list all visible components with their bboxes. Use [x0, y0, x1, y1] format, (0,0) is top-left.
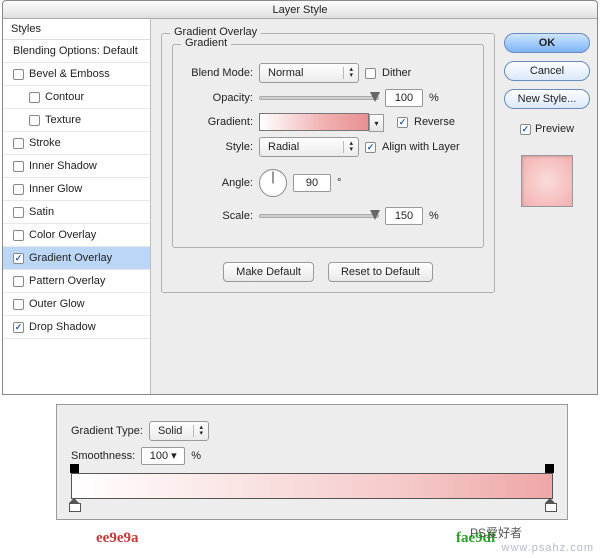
sidebar-item-label: Inner Glow [29, 183, 82, 195]
gradient-editor-panel: Gradient Type: Solid▴▾ Smoothness: 100 ▾… [56, 404, 568, 520]
opacity-value[interactable]: 100 [385, 89, 423, 107]
style-checkbox[interactable] [13, 138, 24, 149]
sidebar-item[interactable]: Outer Glow [3, 293, 150, 316]
styles-sidebar: Styles Blending Options: Default Bevel &… [3, 19, 151, 394]
align-label: Align with Layer [382, 141, 460, 153]
sidebar-blending-options[interactable]: Blending Options: Default [3, 40, 150, 63]
dialog-title: Layer Style [3, 1, 597, 19]
sidebar-item-label: Bevel & Emboss [29, 68, 110, 80]
sidebar-header[interactable]: Styles [3, 19, 150, 40]
smoothness-unit: % [191, 450, 201, 462]
sidebar-item-label: Color Overlay [29, 229, 96, 241]
chevron-updown-icon: ▴▾ [349, 141, 353, 153]
sidebar-item-label: Pattern Overlay [29, 275, 105, 287]
gradient-type-label: Gradient Type: [71, 425, 143, 437]
style-checkbox[interactable] [13, 322, 24, 333]
make-default-button[interactable]: Make Default [223, 262, 314, 282]
sidebar-item[interactable]: Satin [3, 201, 150, 224]
inner-legend: Gradient [181, 37, 231, 49]
style-checkbox[interactable] [13, 253, 24, 264]
sidebar-item[interactable]: Stroke [3, 132, 150, 155]
sidebar-item-label: Inner Shadow [29, 160, 97, 172]
style-checkbox[interactable] [13, 161, 24, 172]
sidebar-item[interactable]: Inner Glow [3, 178, 150, 201]
slider-thumb-icon[interactable] [370, 210, 380, 220]
right-column: OK Cancel New Style... Preview [505, 19, 597, 394]
opacity-stop-right[interactable] [545, 464, 554, 473]
align-checkbox[interactable] [365, 142, 376, 153]
gradient-overlay-group: Gradient Overlay Gradient Blend Mode: No… [161, 33, 495, 293]
sidebar-item[interactable]: Gradient Overlay [3, 247, 150, 270]
sidebar-item-label: Drop Shadow [29, 321, 96, 333]
scale-unit: % [429, 210, 439, 222]
style-checkbox[interactable] [29, 92, 40, 103]
reset-default-button[interactable]: Reset to Default [328, 262, 433, 282]
gradient-type-select[interactable]: Solid▴▾ [149, 421, 209, 441]
blend-mode-select[interactable]: Normal▴▾ [259, 63, 359, 83]
sidebar-item[interactable]: Pattern Overlay [3, 270, 150, 293]
new-style-button[interactable]: New Style... [504, 89, 590, 109]
sidebar-item[interactable]: Drop Shadow [3, 316, 150, 339]
opacity-slider[interactable] [259, 96, 379, 100]
scale-value[interactable]: 150 [385, 207, 423, 225]
opacity-stop-left[interactable] [70, 464, 79, 473]
reverse-label: Reverse [414, 116, 455, 128]
sidebar-item[interactable]: Contour [3, 86, 150, 109]
sidebar-item[interactable]: Bevel & Emboss [3, 63, 150, 86]
angle-dial[interactable] [259, 169, 287, 197]
style-checkbox[interactable] [13, 299, 24, 310]
style-checkbox[interactable] [13, 230, 24, 241]
style-checkbox[interactable] [13, 207, 24, 218]
style-select[interactable]: Radial▴▾ [259, 137, 359, 157]
sidebar-item-label: Texture [45, 114, 81, 126]
angle-label: Angle: [183, 177, 253, 189]
smoothness-label: Smoothness: [71, 450, 135, 462]
gradient-label: Gradient: [183, 116, 253, 128]
gradient-bar[interactable] [71, 473, 553, 499]
angle-value[interactable]: 90 [293, 174, 331, 192]
watermark-credit: PS爱好者 [470, 524, 522, 541]
blend-mode-label: Blend Mode: [183, 67, 253, 79]
sidebar-item-label: Stroke [29, 137, 61, 149]
preview-checkbox[interactable] [520, 124, 531, 135]
sidebar-item-label: Outer Glow [29, 298, 85, 310]
angle-unit: ° [337, 177, 341, 189]
sidebar-item[interactable]: Texture [3, 109, 150, 132]
style-checkbox[interactable] [13, 184, 24, 195]
dither-label: Dither [382, 67, 411, 79]
style-checkbox[interactable] [13, 276, 24, 287]
opacity-unit: % [429, 92, 439, 104]
opacity-label: Opacity: [183, 92, 253, 104]
sidebar-item[interactable]: Color Overlay [3, 224, 150, 247]
watermark-site: www.psahz.com [502, 542, 594, 554]
color-stop-right[interactable] [545, 498, 555, 510]
sidebar-item-label: Satin [29, 206, 54, 218]
gradient-inner-group: Gradient Blend Mode: Normal▴▾ Dither Opa… [172, 44, 484, 248]
scale-label: Scale: [183, 210, 253, 222]
preview-swatch [521, 155, 573, 207]
style-label: Style: [183, 141, 253, 153]
preview-label: Preview [535, 123, 574, 135]
reverse-checkbox[interactable] [397, 117, 408, 128]
slider-thumb-icon[interactable] [370, 92, 380, 102]
chevron-down-icon[interactable]: ▾ [369, 114, 384, 132]
layer-style-dialog: Layer Style Styles Blending Options: Def… [2, 0, 598, 395]
color-stop-left[interactable] [69, 498, 79, 510]
dither-checkbox[interactable] [365, 68, 376, 79]
sidebar-item[interactable]: Inner Shadow [3, 155, 150, 178]
main-panel: Gradient Overlay Gradient Blend Mode: No… [151, 19, 505, 394]
smoothness-value[interactable]: 100 ▾ [141, 447, 185, 465]
sidebar-item-label: Contour [45, 91, 84, 103]
chevron-updown-icon: ▴▾ [199, 425, 203, 437]
style-checkbox[interactable] [29, 115, 40, 126]
scale-slider[interactable] [259, 214, 379, 218]
chevron-updown-icon: ▴▾ [349, 67, 353, 79]
sidebar-item-label: Gradient Overlay [29, 252, 112, 264]
gradient-swatch[interactable]: ▾ [259, 113, 369, 131]
hex-left: ee9e9a [96, 530, 138, 547]
cancel-button[interactable]: Cancel [504, 61, 590, 81]
ok-button[interactable]: OK [504, 33, 590, 53]
style-checkbox[interactable] [13, 69, 24, 80]
dialog-content: Styles Blending Options: Default Bevel &… [3, 19, 597, 394]
